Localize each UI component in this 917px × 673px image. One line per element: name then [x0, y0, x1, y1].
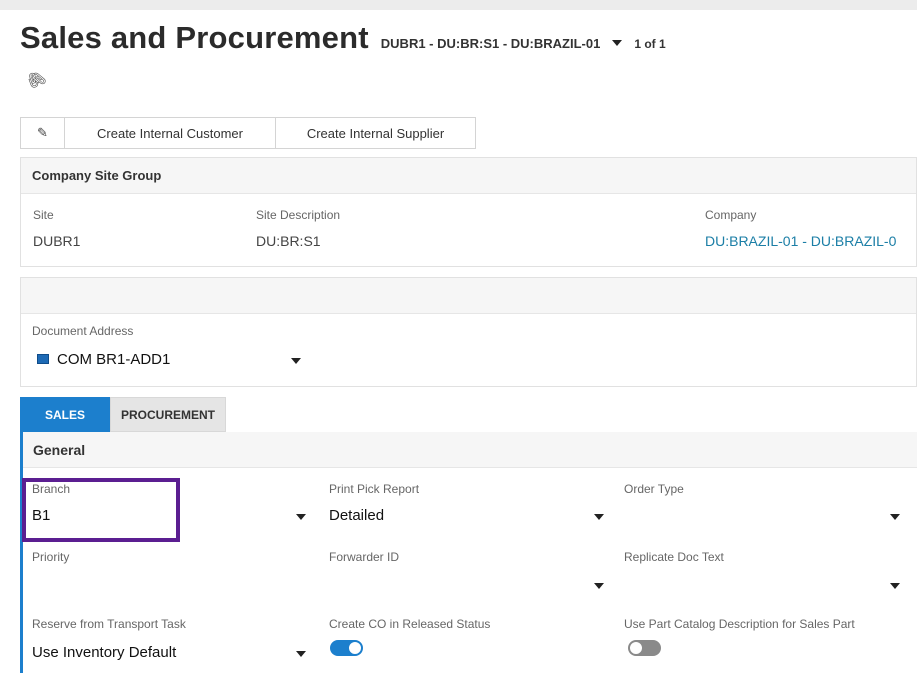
caret-down-icon[interactable]: [296, 651, 306, 657]
toggle-knob: [348, 641, 362, 655]
sales-tab-panel: General: [20, 432, 917, 673]
address-card-icon: [37, 354, 49, 364]
use-part-catalog-description-toggle[interactable]: [628, 640, 661, 656]
site-label: Site: [33, 208, 54, 222]
use-part-catalog-description-label: Use Part Catalog Description for Sales P…: [624, 617, 855, 631]
card-title: Company Site Group: [21, 158, 916, 194]
record-count: 1 of 1: [634, 37, 666, 51]
document-address-label: Document Address: [32, 324, 134, 338]
address-card-header: [21, 278, 916, 314]
create-internal-supplier-button[interactable]: Create Internal Supplier: [275, 117, 476, 149]
create-co-released-label: Create CO in Released Status: [329, 617, 491, 631]
edit-button[interactable]: ✎: [20, 117, 65, 149]
replicate-doc-text-label: Replicate Doc Text: [624, 550, 724, 564]
create-internal-customer-button[interactable]: Create Internal Customer: [64, 117, 276, 149]
tab-bar: SALES PROCUREMENT: [20, 397, 226, 432]
caret-down-icon[interactable]: [594, 583, 604, 589]
print-pick-report-value[interactable]: Detailed: [329, 507, 384, 524]
pencil-icon: ✎: [37, 125, 48, 140]
print-pick-report-label: Print Pick Report: [329, 482, 420, 496]
document-address-card: [20, 277, 917, 387]
company-label: Company: [705, 208, 757, 222]
caret-down-icon[interactable]: [612, 40, 623, 46]
toggle-knob: [629, 641, 643, 655]
page-title: Sales and Procurement: [20, 20, 369, 55]
caret-down-icon[interactable]: [296, 514, 306, 520]
tab-procurement[interactable]: PROCUREMENT: [110, 397, 226, 432]
site-value: DUBR1: [33, 233, 81, 249]
caret-down-icon[interactable]: [890, 583, 900, 589]
caret-down-icon[interactable]: [594, 514, 604, 520]
general-section-title: General: [23, 432, 917, 468]
site-description-label: Site Description: [256, 208, 341, 222]
page-header: Sales and Procurement DUBR1 - DU:BR:S1 -…: [20, 20, 666, 60]
caret-down-icon[interactable]: [890, 514, 900, 520]
caret-down-icon[interactable]: [291, 358, 301, 364]
paperclip-icon[interactable]: 🖇: [22, 66, 50, 94]
command-toolbar: ✎ Create Internal Customer Create Intern…: [20, 117, 476, 149]
reserve-transport-task-label: Reserve from Transport Task: [32, 617, 186, 631]
priority-label: Priority: [32, 550, 70, 564]
order-type-label: Order Type: [624, 482, 684, 496]
forwarder-id-label: Forwarder ID: [329, 550, 400, 564]
reserve-transport-task-value[interactable]: Use Inventory Default: [32, 644, 176, 661]
company-link[interactable]: DU:BRAZIL-01 - DU:BRAZIL-0: [705, 233, 896, 249]
page: Sales and Procurement DUBR1 - DU:BR:S1 -…: [0, 0, 917, 673]
record-selector[interactable]: DUBR1 - DU:BR:S1 - DU:BRAZIL-01: [381, 36, 601, 51]
site-description-value: DU:BR:S1: [256, 233, 321, 249]
tab-sales[interactable]: SALES: [20, 397, 110, 432]
top-bar: [0, 0, 917, 10]
document-address-value[interactable]: COM BR1-ADD1: [57, 351, 170, 368]
branch-highlight-box: [22, 478, 180, 542]
company-site-group-card: Company Site Group Site DUBR1 Site Descr…: [20, 157, 917, 267]
create-co-released-toggle[interactable]: [330, 640, 363, 656]
